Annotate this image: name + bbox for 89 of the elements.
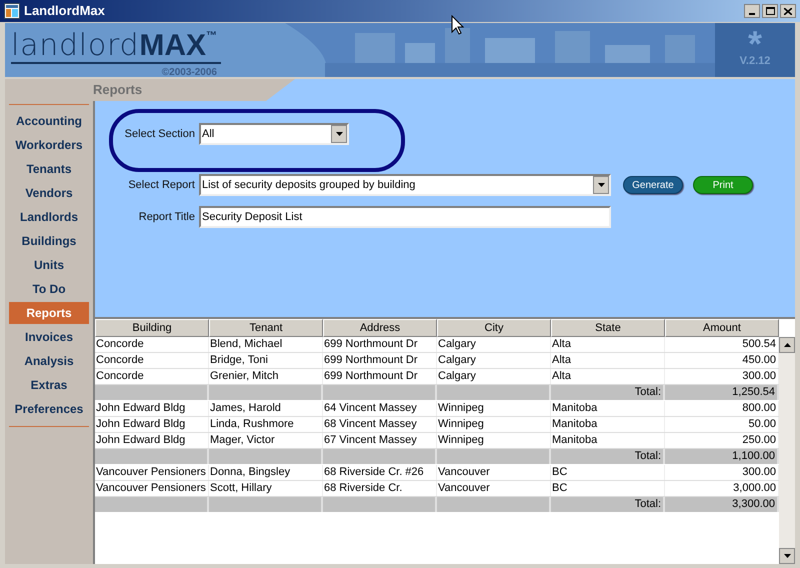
table-cell: 64 Vincent Massey (323, 401, 437, 416)
minimize-button[interactable] (744, 4, 760, 18)
table-cell: Vancouver (437, 481, 551, 496)
sidebar-item[interactable]: Landlords (9, 206, 89, 228)
sidebar-item[interactable]: Units (9, 254, 89, 276)
table-cell: 68 Riverside Cr. #26 (323, 465, 437, 480)
column-header[interactable]: Address (323, 319, 437, 337)
sidebar-item[interactable]: Extras (9, 374, 89, 396)
table-cell: John Edward Bldg (95, 401, 209, 416)
total-label: Total: (551, 497, 665, 512)
report-title-field[interactable]: Security Deposit List (199, 206, 611, 228)
column-header[interactable]: Tenant (209, 319, 323, 337)
sidebar-item[interactable]: Workorders (9, 134, 89, 156)
field-label: Select Section (124, 126, 195, 142)
table-cell: Grenier, Mitch (209, 369, 323, 384)
table-cell: James, Harold (209, 401, 323, 416)
table-cell: Blend, Michael (209, 337, 323, 352)
scroll-up-icon (784, 343, 790, 347)
total-label: Total: (551, 385, 665, 400)
table-cell: Calgary (437, 353, 551, 368)
scrollbar[interactable] (779, 337, 795, 564)
table-cell: Alta (551, 353, 665, 368)
sidebar-item[interactable]: Reports (9, 302, 89, 324)
generate-button[interactable]: Generate (623, 176, 683, 194)
table-cell: Vancouver Pensioners (95, 481, 209, 496)
total-label: Total: (551, 449, 665, 464)
table-cell: Alta (551, 337, 665, 352)
table-cell: John Edward Bldg (95, 417, 209, 432)
table-cell: Winnipeg (437, 417, 551, 432)
table-cell: BC (551, 465, 665, 480)
scroll-down-icon (784, 554, 790, 558)
print-button[interactable]: Print (693, 176, 753, 194)
table-cell: Manitoba (551, 401, 665, 416)
table-cell: Vancouver Pensioners (95, 465, 209, 480)
table-cell: Manitoba (551, 433, 665, 448)
maximize-icon (766, 7, 774, 15)
column-header[interactable]: State (551, 319, 665, 337)
table-cell: Vancouver (437, 465, 551, 480)
table-cell: 68 Riverside Cr. (323, 481, 437, 496)
sidebar-item[interactable]: Tenants (9, 158, 89, 180)
column-header[interactable]: Building (95, 319, 209, 337)
table-cell: BC (551, 481, 665, 496)
table-cell: Bridge, Toni (209, 353, 323, 368)
table-cell: 699 Northmount Dr (323, 353, 437, 368)
dropdown-arrow-icon (336, 132, 342, 136)
copyright-text: ©2003-2006 (162, 66, 217, 77)
section-dropdown[interactable]: All (199, 123, 349, 145)
report-dropdown[interactable]: List of security deposits grouped by building (199, 174, 611, 196)
table-cell: Scott, Hillary (209, 481, 323, 496)
table-cell: 699 Northmount Dr (323, 337, 437, 352)
sidebar-item[interactable]: Analysis (9, 350, 89, 372)
sidebar-item[interactable]: Accounting (9, 110, 89, 132)
table-cell: 699 Northmount Dr (323, 369, 437, 384)
column-header[interactable]: Amount (665, 319, 779, 337)
table-cell: Manitoba (551, 417, 665, 432)
table-cell: Concorde (95, 353, 209, 368)
sidebar-item[interactable]: Invoices (9, 326, 89, 348)
table-cell: Mager, Victor (209, 433, 323, 448)
table-cell: Calgary (437, 369, 551, 384)
field-label: Select Report (127, 178, 195, 193)
minimize-icon (749, 13, 755, 15)
table-cell: Winnipeg (437, 433, 551, 448)
close-icon (784, 8, 792, 14)
table-cell: Concorde (95, 337, 209, 352)
sidebar-item[interactable]: Preferences (9, 398, 89, 420)
table-cell: 68 Vincent Massey (323, 417, 437, 432)
table-cell: 67 Vincent Massey (323, 433, 437, 448)
logo: landlordMAX™ (11, 31, 221, 64)
close-button[interactable] (780, 4, 796, 18)
dropdown-arrow-icon (598, 183, 604, 187)
window-title: LandlordMax (24, 2, 105, 20)
mouse-cursor-icon (451, 15, 464, 35)
table-cell: Donna, Bingsley (209, 465, 323, 480)
table-cell: Alta (551, 369, 665, 384)
table-cell: John Edward Bldg (95, 433, 209, 448)
asterisk-symbol: * (748, 30, 762, 53)
maximize-button[interactable] (762, 4, 778, 18)
column-header[interactable]: City (437, 319, 551, 337)
section-title: Reports (93, 81, 142, 100)
sidebar-item[interactable]: Vendors (9, 182, 89, 204)
table-cell: Winnipeg (437, 401, 551, 416)
sidebar-item[interactable]: To Do (9, 278, 89, 300)
table-cell: Linda, Rushmore (209, 417, 323, 432)
table-cell: Concorde (95, 369, 209, 384)
app-icon (4, 3, 20, 19)
field-label: Report Title (138, 210, 195, 225)
table-cell: Calgary (437, 337, 551, 352)
sidebar-item[interactable]: Buildings (9, 230, 89, 252)
version-text: V.2.12 (740, 54, 770, 69)
